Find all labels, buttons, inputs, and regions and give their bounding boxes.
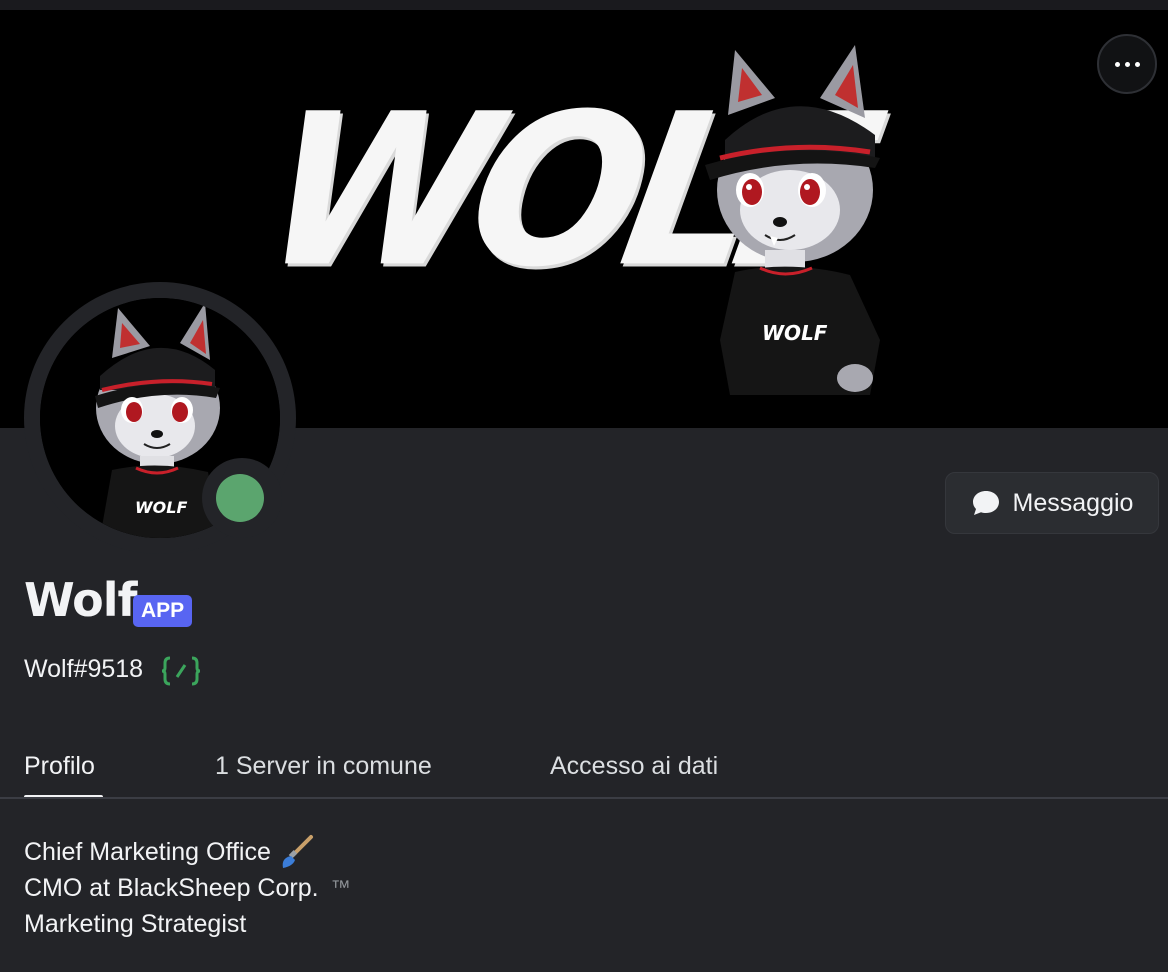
bio-line: CMO at BlackSheep Corp. ™ (24, 870, 351, 906)
bio-line-text: CMO at BlackSheep Corp. (24, 874, 319, 902)
more-options-button[interactable] (1097, 34, 1157, 94)
chat-bubble-icon (972, 491, 999, 515)
wolf-mascot-illustration: WOLF (705, 45, 880, 395)
tab-mutual-servers[interactable]: 1 Server in comune (215, 752, 432, 781)
tab-data-access[interactable]: Accesso ai dati (550, 752, 718, 781)
online-status-indicator (216, 474, 264, 522)
bio-line: Marketing Strategist (24, 906, 351, 942)
avatar-shirt-text: WOLF (135, 498, 187, 517)
display-name: Wolf (24, 573, 137, 627)
bio-line-text: Chief Marketing Office (24, 838, 271, 866)
trademark-symbol: ™ (330, 877, 351, 899)
ellipsis-icon (1114, 61, 1140, 67)
app-badge: APP (133, 595, 193, 627)
username: Wolf#9518 (24, 655, 144, 683)
tab-profilo[interactable]: Profilo (24, 752, 95, 781)
profile-tabs: Profilo 1 Server in comune Accesso ai da… (0, 740, 1168, 798)
tabs-divider (0, 797, 1168, 799)
bio-line: Chief Marketing Office (24, 834, 351, 870)
message-button-label: Messaggio (1012, 488, 1134, 517)
slash-command-icon[interactable] (161, 655, 201, 687)
mascot-shirt-text: WOLF (762, 321, 828, 345)
bio: Chief Marketing Office CMO at BlackSheep… (24, 834, 351, 942)
message-button[interactable]: Messaggio (945, 472, 1159, 534)
window-top-edge (0, 0, 1168, 10)
bio-line-text: Marketing Strategist (24, 910, 247, 938)
paintbrush-icon (282, 835, 313, 868)
